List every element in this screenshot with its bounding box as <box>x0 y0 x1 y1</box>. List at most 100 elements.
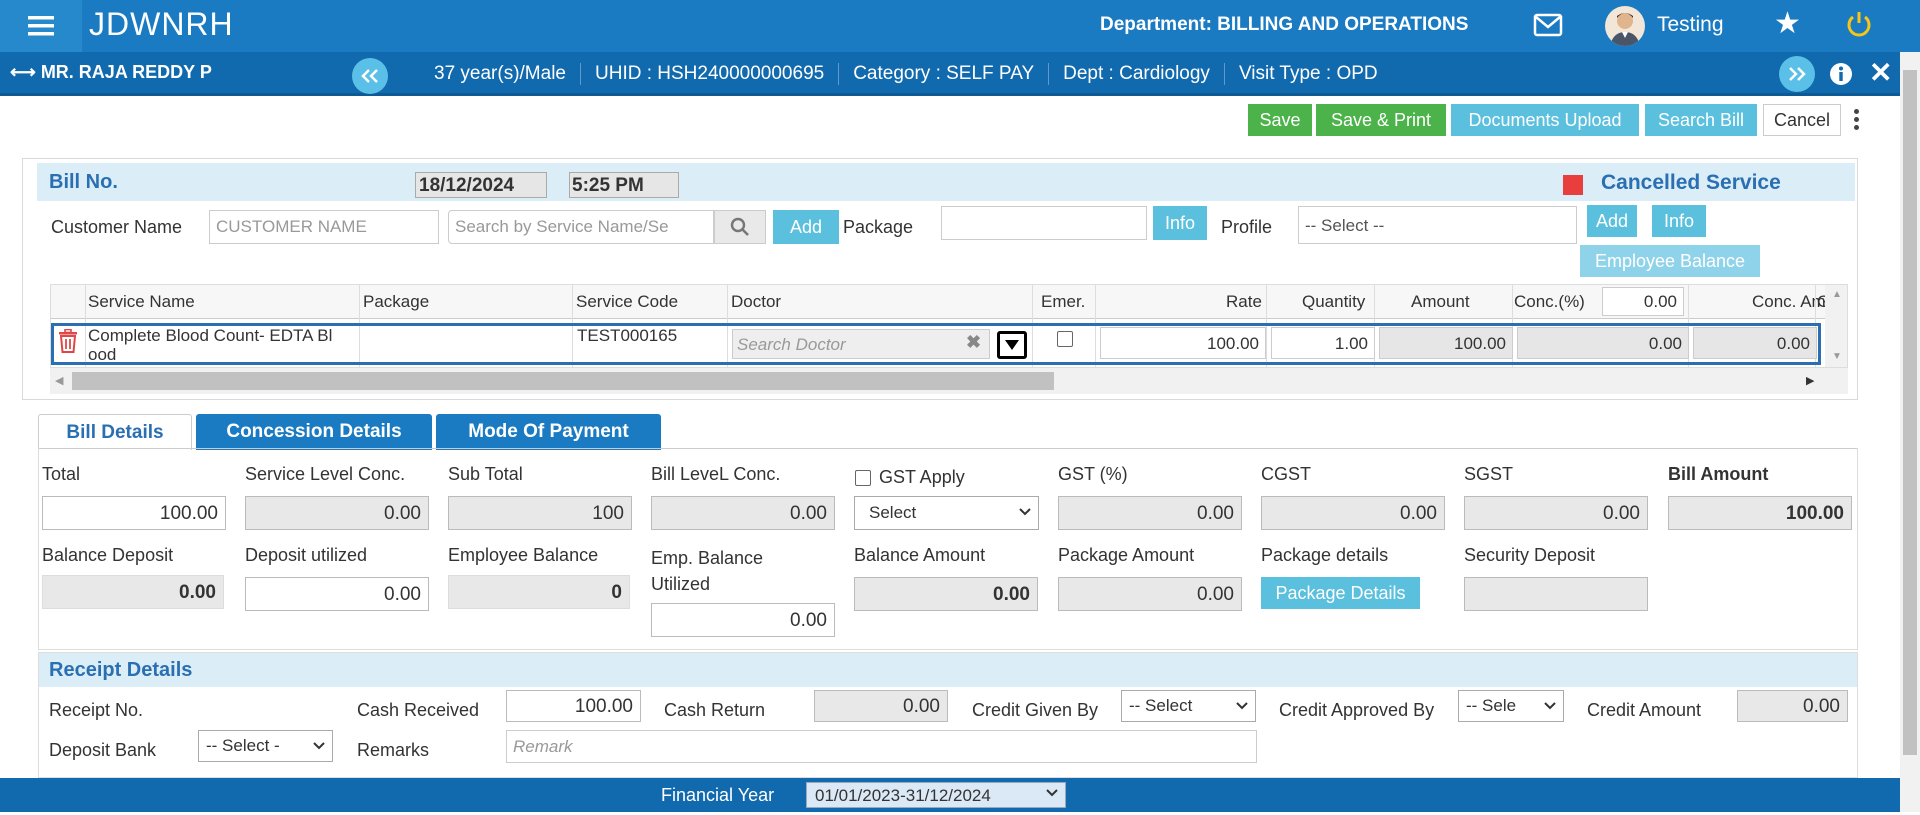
credit-given-by-select[interactable]: -- Select <box>1121 690 1256 722</box>
col-service-name: Service Name <box>88 292 195 311</box>
more-options-icon[interactable] <box>1852 106 1860 134</box>
cancelled-service-label: Cancelled Service <box>1601 171 1781 194</box>
table-row[interactable]: Complete Blood Count- EDTA Bl ood TEST00… <box>51 323 1821 365</box>
service-name-cell: Complete Blood Count- EDTA Bl ood <box>88 326 332 364</box>
profile-select[interactable]: -- Select -- <box>1298 206 1577 244</box>
sgst-field: 0.00 <box>1464 496 1648 530</box>
package-input[interactable] <box>941 206 1147 240</box>
sub-total-label: Sub Total <box>448 464 523 484</box>
gst-pct-label: GST (%) <box>1058 464 1128 484</box>
power-icon[interactable] <box>1845 10 1873 43</box>
grid-horizontal-scrollbar[interactable]: ◀ ▶ <box>50 368 1848 394</box>
collapse-left-icon[interactable] <box>352 58 388 94</box>
mail-icon[interactable] <box>1533 12 1563 43</box>
user-avatar[interactable] <box>1605 6 1645 46</box>
credit-amount-label: Credit Amount <box>1587 700 1702 720</box>
col-service-code: Service Code <box>576 292 679 311</box>
quantity-input[interactable]: 1.00 <box>1271 327 1375 359</box>
chevron-down-icon <box>1543 697 1557 720</box>
services-grid: Service Name Package Service Code Doctor… <box>50 284 1848 368</box>
search-bill-button[interactable]: Search Bill <box>1645 104 1757 136</box>
save-print-button[interactable]: Save & Print <box>1316 104 1446 136</box>
scroll-up-icon[interactable]: ▲ <box>1832 289 1842 300</box>
col-conc-pct: Conc.(%) <box>1514 292 1585 311</box>
add-service-button[interactable]: Add <box>773 210 839 244</box>
hscroll-thumb[interactable] <box>72 372 1054 390</box>
profile-info-button[interactable]: Info <box>1652 205 1706 237</box>
hamburger-menu-icon[interactable] <box>0 0 82 52</box>
scroll-down-icon[interactable]: ▼ <box>1832 351 1842 362</box>
service-level-conc-field: 0.00 <box>245 496 429 530</box>
scrollbar-thumb[interactable] <box>1903 70 1917 755</box>
gst-select[interactable]: Select <box>854 496 1039 530</box>
cancel-button[interactable]: Cancel <box>1763 104 1841 136</box>
security-deposit-field <box>1464 577 1648 611</box>
package-details-button[interactable]: Package Details <box>1261 577 1420 609</box>
package-details-label: Package details <box>1261 545 1389 565</box>
patient-category: Category : SELF PAY <box>839 63 1050 85</box>
credit-amount-field: 0.00 <box>1737 690 1848 722</box>
tab-concession-details[interactable]: Concession Details <box>196 414 432 450</box>
service-code-cell: TEST000165 <box>577 326 678 345</box>
deposit-utilized-field[interactable]: 0.00 <box>245 577 429 611</box>
clear-doctor-icon[interactable]: ✖ <box>966 332 981 353</box>
bill-date: 18/12/2024 <box>415 172 547 198</box>
service-name-line2: ood <box>88 345 117 364</box>
chevron-down-icon <box>1018 503 1032 526</box>
financial-year-value: 01/01/2023-31/12/2024 <box>815 786 991 805</box>
employee-balance-label: Employee Balance <box>448 545 599 565</box>
conc-pct-field[interactable]: 0.00 <box>1517 327 1689 359</box>
tab-bill-details[interactable]: Bill Details <box>38 414 192 450</box>
bill-level-conc-field: 0.00 <box>651 496 835 530</box>
emergency-checkbox[interactable] <box>1057 331 1073 347</box>
patient-age-sex: 37 year(s)/Male <box>420 63 581 85</box>
credit-approved-by-value: -- Sele <box>1466 696 1517 715</box>
scroll-right-icon[interactable]: ▶ <box>1806 374 1814 387</box>
col-emer: Emer. <box>1041 292 1086 311</box>
doctor-search-input[interactable]: Search Doctor <box>732 329 990 359</box>
close-icon[interactable]: ✕ <box>1869 59 1892 87</box>
info-icon[interactable] <box>1828 61 1854 92</box>
conc-amt-field[interactable]: 0.00 <box>1693 327 1817 359</box>
balance-amount-field: 0.00 <box>854 577 1038 611</box>
deposit-bank-select[interactable]: -- Select - <box>198 730 333 762</box>
package-info-button[interactable]: Info <box>1153 206 1207 240</box>
patient-uhid: UHID : HSH240000000695 <box>581 63 840 85</box>
star-icon[interactable]: ★ <box>1774 9 1801 39</box>
documents-upload-button[interactable]: Documents Upload <box>1451 104 1639 136</box>
emp-balance-utilized-field[interactable]: 0.00 <box>651 603 835 637</box>
search-icon[interactable] <box>714 210 766 244</box>
gst-apply-checkbox[interactable] <box>855 470 871 486</box>
cash-received-field[interactable]: 100.00 <box>506 690 641 722</box>
profile-add-button[interactable]: Add <box>1587 205 1637 237</box>
tab-mode-of-payment[interactable]: Mode Of Payment <box>436 414 661 450</box>
employee-balance-button[interactable]: Employee Balance <box>1580 245 1760 277</box>
remarks-input[interactable]: Remark <box>506 730 1257 763</box>
grid-vertical-scrollbar[interactable]: ▲ ▼ <box>1825 285 1847 367</box>
expand-right-icon[interactable] <box>1779 56 1815 92</box>
credit-approved-by-select[interactable]: -- Sele <box>1458 690 1564 722</box>
delete-trash-icon[interactable] <box>58 328 78 358</box>
amount-field: 100.00 <box>1379 327 1513 359</box>
financial-year-select[interactable]: 01/01/2023-31/12/2024 <box>806 782 1066 808</box>
bill-level-conc-label: Bill LeveL Conc. <box>651 464 781 484</box>
conc-pct-header-input[interactable]: 0.00 <box>1602 287 1684 316</box>
col-package: Package <box>363 292 430 311</box>
page-scrollbar[interactable] <box>1900 52 1920 812</box>
app-brand: JDWNRH <box>89 6 234 42</box>
save-button[interactable]: Save <box>1248 104 1312 136</box>
gst-pct-field: 0.00 <box>1058 496 1242 530</box>
package-amount-label: Package Amount <box>1058 545 1195 565</box>
doctor-dropdown-icon[interactable] <box>997 331 1027 359</box>
user-name[interactable]: Testing <box>1657 13 1724 37</box>
swap-arrows-icon[interactable]: ⟷ <box>10 62 41 82</box>
balance-amount-label: Balance Amount <box>854 545 986 565</box>
credit-given-by-label: Credit Given By <box>972 700 1099 720</box>
service-search-input[interactable]: Search by Service Name/Se <box>448 210 714 244</box>
scroll-left-icon[interactable]: ◀ <box>55 374 63 387</box>
emp-balance-utilized-label-l2: Utilized <box>651 574 711 594</box>
total-field[interactable]: 100.00 <box>42 496 226 530</box>
cgst-field: 0.00 <box>1261 496 1445 530</box>
customer-name-input[interactable]: CUSTOMER NAME <box>209 210 439 244</box>
rate-input[interactable]: 100.00 <box>1100 327 1266 359</box>
